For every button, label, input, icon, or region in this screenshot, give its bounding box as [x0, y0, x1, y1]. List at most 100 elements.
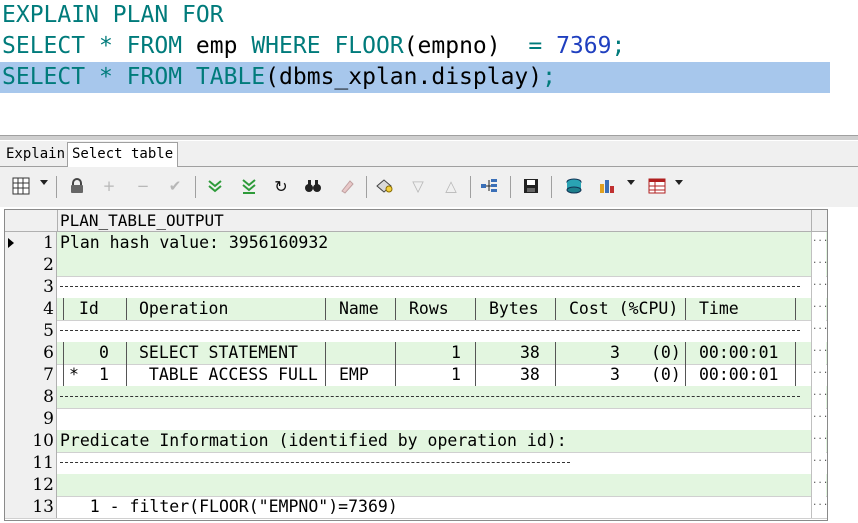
column-divider — [63, 364, 64, 386]
row-number: 2 — [5, 254, 57, 276]
cell-editor-button[interactable]: ... — [811, 320, 827, 342]
cell-plan-output[interactable] — [60, 254, 810, 276]
cell-editor-button[interactable]: ... — [811, 342, 827, 364]
table-row[interactable]: 1 Plan hash value: 3956160932 ... — [5, 232, 827, 255]
row-number: 12 — [5, 474, 57, 496]
column-divider — [795, 298, 796, 320]
table-row[interactable]: 4 Id Operation Name Rows Bytes Cost (%CP… — [5, 298, 827, 321]
table-row[interactable]: 11 ... — [5, 452, 827, 475]
table-row[interactable]: 2 ... — [5, 254, 827, 277]
cell-editor-button[interactable]: ... — [811, 496, 827, 518]
operator: * — [98, 64, 113, 90]
table-icon[interactable] — [646, 175, 668, 197]
result-grid[interactable]: PLAN_TABLE_OUTPUT 1 Plan hash value: 395… — [4, 209, 828, 521]
plan-operation: TABLE ACCESS FULL — [139, 365, 318, 384]
sql-editor[interactable]: EXPLAIN PLAN FOR SELECT * FROM emp WHERE… — [0, 0, 858, 135]
column-divider — [325, 342, 326, 364]
check-icon[interactable]: ✔ — [164, 175, 186, 197]
plan-header-operation: Operation — [139, 299, 229, 318]
sql-line-3[interactable]: SELECT * FROM TABLE(dbms_xplan.display); — [0, 62, 830, 93]
table-row[interactable]: 6 0 SELECT STATEMENT 1 38 3 (0) 00:00:01… — [5, 342, 827, 365]
cell-editor-button[interactable]: ... — [811, 364, 827, 386]
cell-editor-button[interactable]: ... — [811, 474, 827, 496]
plan-time: 00:00:01 — [699, 365, 779, 384]
plan-header-id: Id — [79, 299, 99, 318]
cell-plan-output[interactable] — [60, 474, 810, 496]
paren: ) — [528, 64, 543, 90]
chevron-down-icon[interactable] — [40, 180, 48, 185]
keyword: EXPLAIN — [2, 2, 99, 28]
save-icon[interactable] — [520, 175, 542, 197]
plan-name: EMP — [339, 365, 369, 384]
clear-icon[interactable] — [336, 175, 358, 197]
column-divider — [795, 342, 796, 364]
tab-explain[interactable]: Explain — [2, 143, 69, 165]
query-icon[interactable] — [374, 175, 396, 197]
row-number: 4 — [5, 298, 57, 320]
grid-toolbar: + − ✔ ↻ ▽ △ — [0, 167, 858, 207]
cell-plan-output[interactable] — [60, 408, 810, 430]
cell-editor-button[interactable]: ... — [811, 452, 827, 474]
row-number: 11 — [5, 452, 57, 474]
table-row[interactable]: 9 ... — [5, 408, 827, 431]
chevron-down-icon[interactable] — [627, 180, 635, 185]
cell-plan-output[interactable]: 1 - filter(FLOOR("EMPNO")=7369) — [60, 496, 810, 518]
plan-bytes: 38 — [520, 343, 540, 362]
cell-editor-button[interactable]: ... — [811, 276, 827, 298]
table-row[interactable]: 8 ... — [5, 386, 827, 409]
table-row[interactable]: 10 Predicate Information (identified by … — [5, 430, 827, 453]
plan-cost: 3 — [610, 343, 620, 362]
keyword: FROM — [126, 64, 183, 90]
operator: * — [98, 33, 113, 59]
table-row[interactable]: 12 ... — [5, 474, 827, 497]
plan-cost: 3 — [610, 365, 620, 384]
toolbar-divider — [510, 176, 511, 198]
keyword: PLAN — [112, 2, 169, 28]
plan-cpu: (0) — [651, 365, 681, 384]
column-divider — [325, 364, 326, 386]
cell-editor-button[interactable]: ... — [811, 254, 827, 276]
fetch-last-icon[interactable] — [238, 175, 260, 197]
row-number: 8 — [5, 386, 57, 408]
find-icon[interactable] — [302, 175, 324, 197]
export-icon[interactable] — [563, 175, 585, 197]
add-icon[interactable]: + — [98, 175, 120, 197]
lock-icon[interactable] — [66, 175, 88, 197]
grid-icon[interactable] — [10, 175, 32, 197]
cell-editor-button[interactable]: ... — [811, 386, 827, 408]
cell-plan-output[interactable]: Plan hash value: 3956160932 — [60, 232, 810, 254]
up-icon[interactable]: △ — [440, 175, 462, 197]
tab-select-table[interactable]: Select table — [67, 142, 179, 167]
splitter[interactable] — [0, 135, 858, 140]
chart-icon[interactable] — [597, 175, 619, 197]
row-number: 7 — [5, 364, 57, 386]
column-divider — [126, 298, 127, 320]
function-name: FLOOR — [334, 33, 404, 59]
remove-icon[interactable]: − — [132, 175, 154, 197]
cell-plan-output[interactable]: Predicate Information (identified by ope… — [60, 430, 810, 452]
tree-icon[interactable] — [478, 175, 500, 197]
table-row[interactable]: 7 * 1 TABLE ACCESS FULL EMP 1 38 3 (0) 0… — [5, 364, 827, 387]
dashed-separator — [60, 462, 570, 463]
toolbar-divider — [366, 176, 367, 198]
column-header-plan-table-output[interactable]: PLAN_TABLE_OUTPUT — [60, 210, 224, 231]
table-row[interactable]: 3 ... — [5, 276, 827, 299]
column-divider — [685, 342, 686, 364]
row-number: 6 — [5, 342, 57, 364]
sql-line-1[interactable]: EXPLAIN PLAN FOR — [2, 0, 224, 31]
cell-editor-button[interactable]: ... — [811, 408, 827, 430]
table-row[interactable]: 5 ... — [5, 320, 827, 343]
cell-editor-button[interactable]: ... — [811, 430, 827, 452]
sql-line-2[interactable]: SELECT * FROM emp WHERE FLOOR(empno) = 7… — [2, 31, 625, 62]
refresh-icon[interactable]: ↻ — [270, 175, 292, 197]
table-row[interactable]: 13 1 - filter(FLOOR("EMPNO")=7369) ... — [5, 496, 827, 519]
plan-header-name: Name — [339, 299, 379, 318]
cell-editor-button[interactable]: ... — [811, 298, 827, 320]
chevron-down-icon[interactable] — [675, 180, 683, 185]
down-icon[interactable]: ▽ — [407, 175, 429, 197]
fetch-next-icon[interactable] — [204, 175, 226, 197]
cell-editor-button[interactable]: ... — [811, 232, 827, 254]
column-divider — [395, 298, 396, 320]
toolbar-divider — [195, 176, 196, 198]
plan-header-rows: Rows — [409, 299, 449, 318]
